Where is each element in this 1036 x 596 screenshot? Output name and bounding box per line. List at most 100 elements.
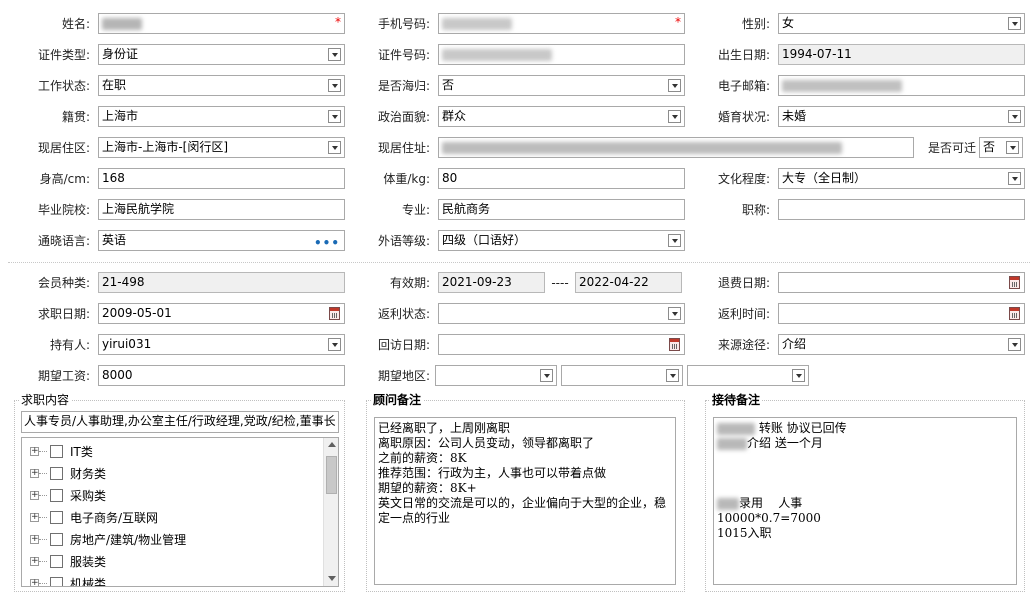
id-type-select[interactable]: 身份证 [98, 44, 345, 65]
expected-region-province-select[interactable] [435, 365, 557, 386]
dropdown-arrow-icon[interactable] [328, 79, 341, 92]
calendar-icon[interactable] [329, 307, 340, 320]
reception-notes-legend: 接待备注 [710, 393, 763, 407]
name-redacted [102, 17, 142, 30]
title-field[interactable] [778, 199, 1025, 220]
checkbox-icon[interactable] [50, 555, 63, 568]
return-visit-date-field[interactable] [438, 334, 685, 355]
job-content-selected-field[interactable]: 人事专员/人事助理,办公室主任/行政经理,党政/纪检,董事长 [21, 411, 339, 433]
calendar-icon[interactable] [1009, 307, 1020, 320]
holder-select[interactable]: yirui031 [98, 334, 345, 355]
political-status-select[interactable]: 群众 [438, 106, 685, 127]
job-content-selected-value: 人事专员/人事助理,办公室主任/行政经理,党政/纪检,董事长 [24, 414, 336, 428]
expected-region-city-select[interactable] [561, 365, 683, 386]
email-field[interactable] [778, 75, 1025, 96]
major-field[interactable]: 民航商务 [438, 199, 685, 220]
major-value: 民航商务 [442, 202, 491, 216]
scroll-down-icon[interactable] [328, 576, 336, 581]
calendar-icon[interactable] [1009, 276, 1020, 289]
checkbox-icon[interactable] [50, 445, 63, 458]
id-number-label: 证件号码: [377, 48, 430, 62]
native-place-value: 上海市 [102, 109, 139, 123]
tree-scrollbar[interactable] [323, 438, 338, 586]
email-redacted [782, 79, 902, 92]
checkbox-icon[interactable] [50, 467, 63, 480]
weight-field[interactable]: 80 [438, 168, 685, 189]
tree-item-label: 采购类 [70, 489, 107, 503]
refund-date-field[interactable] [778, 272, 1025, 293]
dropdown-arrow-icon[interactable] [1008, 172, 1021, 185]
refund-date-label: 退费日期: [717, 276, 770, 290]
id-number-field[interactable] [438, 44, 685, 65]
redacted-name [717, 497, 739, 510]
dropdown-arrow-icon[interactable] [668, 234, 681, 247]
language-field[interactable]: 英语 ••• [98, 230, 345, 251]
expected-salary-field[interactable]: 8000 [98, 365, 345, 386]
native-place-select[interactable]: 上海市 [98, 106, 345, 127]
scrollbar-thumb[interactable] [326, 456, 337, 494]
height-field[interactable]: 168 [98, 168, 345, 189]
rebate-time-field[interactable] [778, 303, 1025, 324]
dropdown-arrow-icon[interactable] [792, 369, 805, 382]
ellipsis-icon[interactable]: ••• [314, 234, 340, 250]
relocatable-select[interactable]: 否 [979, 137, 1023, 158]
expand-plus-icon[interactable]: + [30, 579, 39, 586]
expand-plus-icon[interactable]: + [30, 513, 39, 522]
dropdown-arrow-icon[interactable] [1008, 338, 1021, 351]
language-level-select[interactable]: 四级（口语好） [438, 230, 685, 251]
expand-plus-icon[interactable]: + [30, 447, 39, 456]
checkbox-icon[interactable] [50, 511, 63, 524]
checkbox-icon[interactable] [50, 577, 63, 586]
work-status-select[interactable]: 在职 [98, 75, 345, 96]
school-field[interactable]: 上海民航学院 [98, 199, 345, 220]
id-type-label: 证件类型: [37, 48, 90, 62]
residence-area-select[interactable]: 上海市-上海市-[闵行区] [98, 137, 345, 158]
expected-region-district-select[interactable] [687, 365, 809, 386]
dropdown-arrow-icon[interactable] [540, 369, 553, 382]
dropdown-arrow-icon[interactable] [328, 110, 341, 123]
reception-notes-textarea[interactable]: 转账 协议已回传 介绍 送一个月 录用 人事 10000*0.7=7000 10… [713, 417, 1017, 585]
phone-field[interactable]: * [438, 13, 685, 34]
checkbox-icon[interactable] [50, 533, 63, 546]
dropdown-arrow-icon[interactable] [1006, 141, 1019, 154]
section-divider [8, 262, 1030, 263]
job-date-field[interactable]: 2009-05-01 [98, 303, 345, 324]
tree-connector [39, 561, 47, 562]
dropdown-arrow-icon[interactable] [666, 369, 679, 382]
dropdown-arrow-icon[interactable] [668, 110, 681, 123]
dropdown-arrow-icon[interactable] [328, 48, 341, 61]
job-content-panel: 求职内容 人事专员/人事助理,办公室主任/行政经理,党政/纪检,董事长 + IT… [14, 393, 345, 592]
native-place-label: 籍贯: [61, 110, 90, 124]
job-date-value: 2009-05-01 [102, 306, 172, 320]
dropdown-arrow-icon[interactable] [1008, 110, 1021, 123]
expand-plus-icon[interactable]: + [30, 557, 39, 566]
dropdown-arrow-icon[interactable] [328, 338, 341, 351]
marital-status-value: 未婚 [782, 109, 807, 123]
id-type-value: 身份证 [102, 47, 139, 61]
expand-plus-icon[interactable]: + [30, 491, 39, 500]
tree-connector [39, 539, 47, 540]
dropdown-arrow-icon[interactable] [328, 141, 341, 154]
education-value: 大专（全日制） [782, 171, 867, 185]
address-field[interactable] [438, 137, 914, 158]
education-select[interactable]: 大专（全日制） [778, 168, 1025, 189]
source-channel-select[interactable]: 介绍 [778, 334, 1025, 355]
consultant-notes-textarea[interactable]: 已经离职了，上周刚离职 离职原因：公司人员变动，领导都离职了 之前的薪资：8K … [374, 417, 676, 585]
tree-connector [39, 451, 47, 452]
tree-item-label: 电子商务/互联网 [70, 511, 159, 525]
calendar-icon[interactable] [669, 338, 680, 351]
job-date-label: 求职日期: [37, 307, 90, 321]
expand-plus-icon[interactable]: + [30, 535, 39, 544]
dropdown-arrow-icon[interactable] [1008, 17, 1021, 30]
scroll-up-icon[interactable] [328, 442, 336, 447]
checkbox-icon[interactable] [50, 489, 63, 502]
dropdown-arrow-icon[interactable] [668, 79, 681, 92]
marital-status-select[interactable]: 未婚 [778, 106, 1025, 127]
dropdown-arrow-icon[interactable] [668, 307, 681, 320]
phone-label: 手机号码: [377, 17, 430, 31]
rebate-status-select[interactable] [438, 303, 685, 324]
gender-select[interactable]: 女 [778, 13, 1025, 34]
returnee-select[interactable]: 否 [438, 75, 685, 96]
expand-plus-icon[interactable]: + [30, 469, 39, 478]
name-field[interactable]: * [98, 13, 345, 34]
